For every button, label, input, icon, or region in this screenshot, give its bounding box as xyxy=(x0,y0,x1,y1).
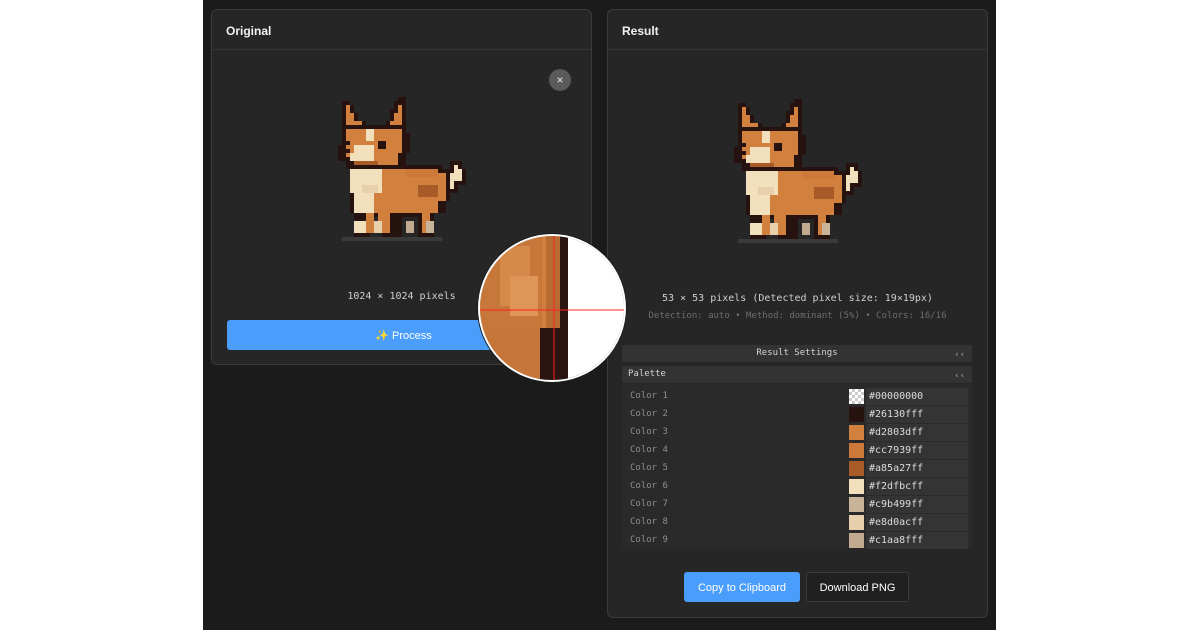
palette-row: Color 7 #c9b499ff xyxy=(622,496,972,514)
palette-hex-input[interactable]: #e8d0acff xyxy=(866,514,968,531)
collapse-icon: ‹‹ xyxy=(954,371,965,381)
palette-row: Color 1 #00000000 xyxy=(622,388,972,406)
detection-info: Detection: auto • Method: dominant (5%) … xyxy=(648,311,947,321)
palette-color-swatch[interactable] xyxy=(849,497,864,512)
palette-color-swatch[interactable] xyxy=(849,479,864,494)
palette-row: Color 2 #26130fff xyxy=(622,406,972,424)
palette-hex-input[interactable]: #cc7939ff xyxy=(866,442,968,459)
palette-color-label: Color 3 xyxy=(630,427,668,437)
palette-row: Color 5 #a85a27ff xyxy=(622,460,972,478)
result-dimensions: 53 × 53 pixels (Detected pixel size: 19×… xyxy=(662,293,933,304)
pixel-corgi-icon xyxy=(338,97,466,241)
palette-color-label: Color 5 xyxy=(630,463,668,473)
palette-color-label: Color 8 xyxy=(630,517,668,527)
palette-color-swatch[interactable] xyxy=(849,515,864,530)
palette-color-swatch[interactable] xyxy=(849,533,864,548)
original-corgi-image xyxy=(338,97,466,241)
palette-hex-input[interactable]: #00000000 xyxy=(866,388,968,405)
download-png-button[interactable]: Download PNG xyxy=(806,572,909,602)
palette-hex-input[interactable]: #a85a27ff xyxy=(866,460,968,477)
palette-hex-input[interactable]: #c1aa8fff xyxy=(866,532,968,549)
palette-hex-input[interactable]: #f2dfbcff xyxy=(866,478,968,495)
result-settings-header[interactable]: Result Settings ‹‹ xyxy=(622,345,972,362)
palette-label: Palette xyxy=(628,369,666,379)
result-panel-title: Result xyxy=(608,10,987,50)
palette-row: Color 8 #e8d0acff xyxy=(622,514,972,532)
palette-list: Color 1 #00000000 Color 2 #26130fff Color 3 #… xyxy=(622,384,972,550)
pixel-corgi-icon xyxy=(734,99,862,243)
result-settings-label: Result Settings xyxy=(756,348,838,358)
palette-row: Color 6 #f2dfbcff xyxy=(622,478,972,496)
palette-hex-input[interactable]: #c9b499ff xyxy=(866,496,968,513)
palette-color-swatch[interactable] xyxy=(849,461,864,476)
original-panel-title: Original xyxy=(212,10,591,50)
palette-row: Color 4 #cc7939ff xyxy=(622,442,972,460)
result-corgi-image xyxy=(734,99,862,243)
palette-row: Color 3 #d2803dff xyxy=(622,424,972,442)
collapse-icon: ‹‹ xyxy=(954,350,965,360)
palette-color-swatch[interactable] xyxy=(849,389,864,404)
palette-color-label: Color 7 xyxy=(630,499,668,509)
palette-color-label: Color 9 xyxy=(630,535,668,545)
palette-color-label: Color 2 xyxy=(630,409,668,419)
clear-image-button[interactable]: × xyxy=(549,69,571,91)
magnifier-loupe xyxy=(478,234,626,382)
palette-color-swatch[interactable] xyxy=(849,425,864,440)
palette-header[interactable]: Palette ‹‹ xyxy=(622,366,972,383)
palette-color-swatch[interactable] xyxy=(849,443,864,458)
palette-color-label: Color 6 xyxy=(630,481,668,491)
copy-to-clipboard-button[interactable]: Copy to Clipboard xyxy=(684,572,800,602)
palette-color-label: Color 4 xyxy=(630,445,668,455)
palette-hex-input[interactable]: #d2803dff xyxy=(866,424,968,441)
magnifier-loupe-icon xyxy=(480,236,624,380)
palette-color-swatch[interactable] xyxy=(849,407,864,422)
palette-row: Color 9 #c1aa8fff xyxy=(622,532,972,550)
close-icon: × xyxy=(556,73,564,87)
palette-hex-input[interactable]: #26130fff xyxy=(866,406,968,423)
palette-color-label: Color 1 xyxy=(630,391,668,401)
